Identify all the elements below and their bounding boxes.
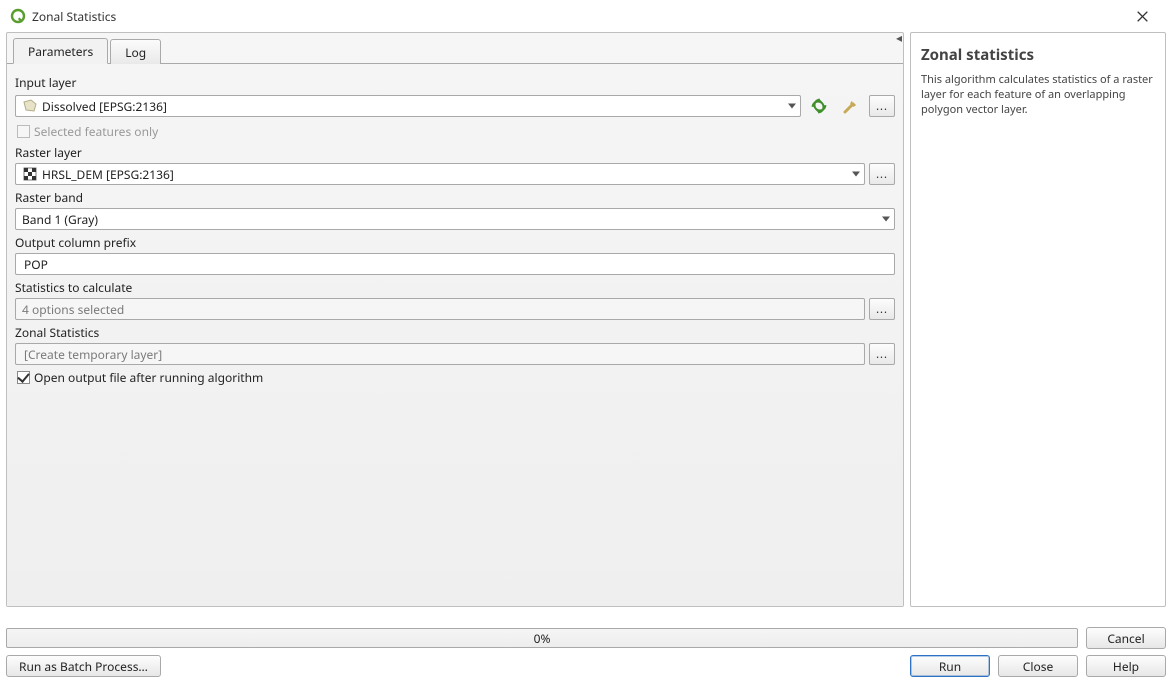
label-statistics: Statistics to calculate	[15, 279, 895, 296]
chevron-down-icon	[852, 172, 860, 177]
label-raster-band: Raster band	[15, 189, 895, 206]
dialog-body: ◂ Parameters Log Input layer Dissolved […	[6, 32, 1166, 677]
output-prefix-input[interactable]	[15, 253, 895, 275]
window-title: Zonal Statistics	[32, 8, 116, 25]
buttons-row: Run as Batch Process… Run Close Help	[6, 655, 1166, 677]
label-raster-layer: Raster layer	[15, 144, 895, 161]
help-title: Zonal statistics	[921, 45, 1155, 65]
tab-content-parameters: Input layer Dissolved [EPSG:2136]	[7, 63, 903, 606]
chevron-down-icon	[882, 217, 890, 222]
close-button[interactable]: Close	[998, 655, 1078, 677]
help-panel: Zonal statistics This algorithm calculat…	[910, 32, 1166, 607]
output-layer-browse-button[interactable]: ...	[869, 343, 895, 365]
run-button[interactable]: Run	[910, 655, 990, 677]
raster-layer-value: HRSL_DEM [EPSG:2136]	[42, 166, 174, 183]
advanced-options-button[interactable]	[837, 93, 865, 119]
iterate-features-button[interactable]	[805, 93, 833, 119]
selected-features-only-checkbox: Selected features only	[17, 123, 895, 140]
open-output-label: Open output file after running algorithm	[34, 369, 263, 386]
progress-text: 0%	[534, 630, 551, 647]
help-body: This algorithm calculates statistics of …	[921, 73, 1155, 118]
output-layer-field[interactable]	[22, 345, 858, 364]
help-button[interactable]: Help	[1086, 655, 1166, 677]
output-prefix-field[interactable]	[22, 255, 888, 274]
selected-features-only-label: Selected features only	[34, 123, 158, 140]
ellipsis-icon: ...	[876, 304, 888, 315]
label-output-layer: Zonal Statistics	[15, 324, 895, 341]
input-layer-value: Dissolved [EPSG:2136]	[42, 98, 167, 115]
window-close-button[interactable]	[1122, 0, 1162, 32]
cancel-button[interactable]: Cancel	[1086, 627, 1166, 649]
raster-layer-combo[interactable]: HRSL_DEM [EPSG:2136]	[15, 163, 865, 185]
label-output-prefix: Output column prefix	[15, 234, 895, 251]
chevron-down-icon	[788, 104, 796, 109]
open-output-checkbox[interactable]: Open output file after running algorithm	[17, 369, 895, 386]
output-layer-input[interactable]	[15, 343, 865, 365]
statistics-value: 4 options selected	[22, 301, 124, 318]
raster-layer-icon	[22, 166, 38, 182]
input-layer-browse-button[interactable]: ...	[869, 95, 895, 117]
raster-band-value: Band 1 (Gray)	[22, 211, 98, 228]
ellipsis-icon: ...	[876, 101, 888, 112]
statistics-browse-button[interactable]: ...	[869, 298, 895, 320]
ellipsis-icon: ...	[876, 349, 888, 360]
label-input-layer: Input layer	[15, 74, 895, 91]
title-bar: Zonal Statistics	[0, 0, 1172, 32]
parameters-panel: ◂ Parameters Log Input layer Dissolved […	[6, 32, 904, 607]
tab-parameters[interactable]: Parameters	[13, 38, 108, 64]
raster-layer-browse-button[interactable]: ...	[869, 163, 895, 185]
run-batch-button[interactable]: Run as Batch Process…	[6, 655, 161, 677]
app-q-icon	[10, 8, 26, 24]
progress-row: 0% Cancel	[6, 627, 1166, 649]
polygon-layer-icon	[22, 98, 38, 114]
progress-bar: 0%	[6, 628, 1078, 648]
statistics-select[interactable]: 4 options selected	[15, 298, 865, 320]
dialog-window: Zonal Statistics ◂ Parameters Log Input …	[0, 0, 1172, 683]
tabs: Parameters Log	[7, 33, 903, 63]
tab-log[interactable]: Log	[110, 39, 161, 64]
raster-band-combo[interactable]: Band 1 (Gray)	[15, 208, 895, 230]
ellipsis-icon: ...	[876, 169, 888, 180]
input-layer-combo[interactable]: Dissolved [EPSG:2136]	[15, 95, 801, 117]
upper-area: ◂ Parameters Log Input layer Dissolved […	[6, 32, 1166, 607]
